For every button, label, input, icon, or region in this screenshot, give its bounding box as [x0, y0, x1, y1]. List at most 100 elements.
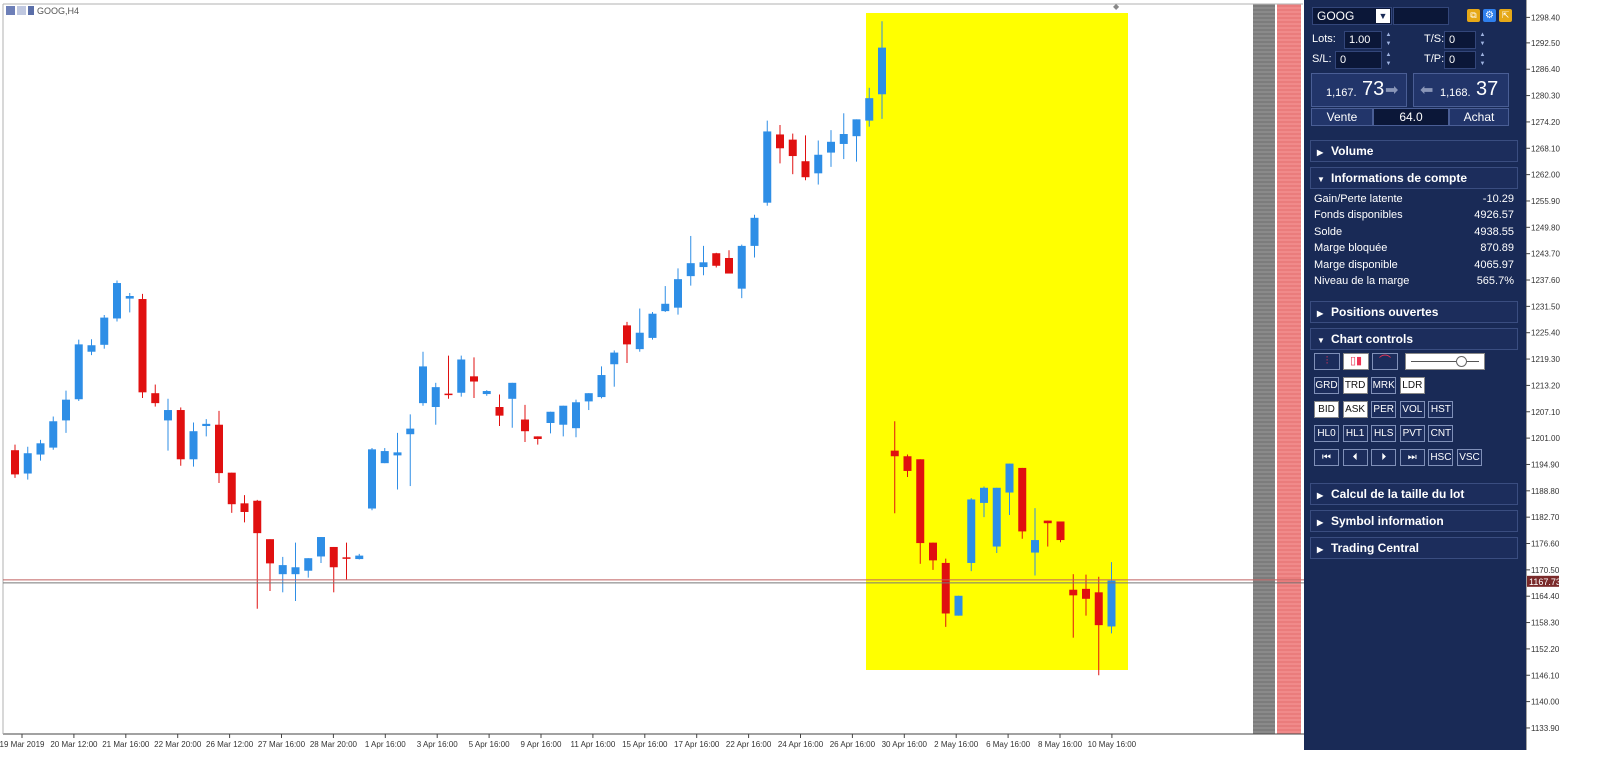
y-axis-tick-label: 1286.40 [1531, 65, 1560, 74]
chart-control-button[interactable]: HL0 [1314, 425, 1339, 442]
caret-right-icon: ▶ [1317, 309, 1324, 318]
candle-body [1082, 588, 1090, 599]
candle-body [49, 421, 58, 448]
symbol-search-input[interactable] [1393, 7, 1449, 25]
x-axis-tick-label: 9 Apr 16:00 [521, 740, 562, 749]
candle-body [597, 375, 606, 398]
chevron-down-icon[interactable]: ▼ [1376, 9, 1390, 23]
account-row-label: Gain/Perte latente [1314, 193, 1403, 205]
settings-icon[interactable]: ⚙ [1483, 9, 1496, 22]
chart-control-button[interactable]: PER [1371, 401, 1397, 418]
candle-body [967, 499, 976, 563]
chart-control-button[interactable]: ASK [1342, 401, 1368, 418]
tp-input[interactable]: 0 [1444, 51, 1476, 69]
section-trading-central[interactable]: ▶ Trading Central [1310, 537, 1518, 559]
chart-control-button[interactable]: HSC [1428, 449, 1454, 466]
x-axis-tick-label: 2 May 16:00 [934, 740, 979, 749]
x-axis-tick-label: 8 May 16:00 [1038, 740, 1083, 749]
sell-button[interactable]: Vente [1311, 108, 1373, 126]
tp-stepper[interactable]: ▲ ▼ [1478, 51, 1487, 69]
candle-body [380, 451, 389, 464]
chart-control-button[interactable]: GRD [1314, 377, 1339, 394]
account-row: Marge bloquée 870.89 [1314, 240, 1514, 256]
chart-control-button[interactable]: PVT [1399, 425, 1425, 442]
symbol-select[interactable]: GOOG ▼ [1312, 7, 1392, 25]
candle-body [355, 555, 364, 560]
candle-body [368, 449, 376, 509]
account-row-label: Solde [1314, 225, 1343, 238]
section-volume-label: Volume [1331, 144, 1374, 158]
chart-control-button[interactable]: TRD [1342, 377, 1368, 394]
y-axis-tick-label: 1152.20 [1531, 645, 1560, 654]
chart-control-button[interactable]: HL1 [1342, 425, 1368, 442]
lots-stepper[interactable]: ▲ ▼ [1384, 31, 1393, 49]
current-price-label: 1167.73 [1529, 577, 1561, 587]
candle-body [1005, 463, 1014, 493]
sell-price-button[interactable]: 1,167. 73 ➡ [1311, 73, 1407, 107]
section-chart-controls[interactable]: ▼ Chart controls [1310, 328, 1518, 350]
x-axis-tick-label: 20 Mar 12:00 [50, 740, 98, 749]
lots-input[interactable]: 1.00 [1344, 31, 1382, 49]
buy-price-button[interactable]: ⬅ 1,168. 37 [1413, 73, 1509, 107]
account-row: Solde 4938.55 [1314, 224, 1514, 240]
chart-control-button[interactable]: BID [1314, 401, 1339, 418]
y-axis-tick-label: 1158.30 [1531, 619, 1560, 628]
ts-input[interactable]: 0 [1444, 31, 1476, 49]
chart-control-button[interactable]: ⏮ [1314, 449, 1339, 466]
caret-right-icon: ▶ [1317, 518, 1324, 527]
expand-icon[interactable]: ⇱ [1499, 9, 1512, 22]
candle-body [138, 299, 147, 393]
ts-stepper[interactable]: ▲ ▼ [1478, 31, 1487, 49]
section-open-positions[interactable]: ▶ Positions ouvertes [1310, 301, 1518, 323]
candle-chart-type-button[interactable]: ▯▮ [1343, 353, 1369, 370]
section-symbol-info[interactable]: ▶ Symbol information [1310, 510, 1518, 532]
chart-control-button[interactable]: VOL [1399, 401, 1425, 418]
sell-price-small: 1,167. [1326, 87, 1357, 99]
arrow-left-icon: ⬅ [1420, 82, 1434, 99]
zoom-slider[interactable] [1405, 353, 1485, 370]
y-axis-tick-label: 1140.00 [1531, 698, 1560, 707]
x-axis-tick-label: 30 Apr 16:00 [882, 740, 928, 749]
chart-control-button[interactable]: ⏭ [1399, 449, 1425, 466]
chart-control-button[interactable]: CNT [1428, 425, 1454, 442]
bar-chart-type-button[interactable]: ⫶ [1314, 353, 1340, 370]
copy-icon[interactable]: ⧉ [1467, 9, 1480, 22]
account-row-label: Fonds disponibles [1314, 209, 1403, 222]
chart-control-button[interactable]: ⏵ [1371, 449, 1397, 466]
y-axis-tick-label: 1207.10 [1531, 408, 1560, 417]
section-lot-size-calc[interactable]: ▶ Calcul de la taille du lot [1310, 483, 1518, 505]
candle-body [266, 539, 274, 564]
candle-body [929, 542, 937, 561]
candle-body [393, 452, 402, 456]
y-axis-tick-label: 1225.40 [1531, 329, 1560, 338]
chart-control-button[interactable]: HST [1428, 401, 1454, 418]
spread-value: 64.0 [1399, 110, 1423, 124]
candle-body [304, 558, 313, 571]
chart-control-button[interactable]: MRK [1371, 377, 1397, 394]
section-account-info[interactable]: ▼ Informations de compte [1310, 167, 1518, 189]
y-axis-tick-label: 1243.70 [1531, 250, 1560, 259]
section-volume[interactable]: ▶ Volume [1310, 140, 1518, 162]
chart-control-button[interactable]: LDR [1399, 377, 1425, 394]
candle-body [763, 131, 772, 203]
account-row-label: Marge disponible [1314, 258, 1398, 271]
sl-input[interactable]: 0 [1335, 51, 1382, 69]
zoom-slider-thumb[interactable] [1456, 356, 1468, 367]
chart-control-button[interactable]: ⏴ [1342, 449, 1368, 466]
chart-control-button[interactable]: VSC [1457, 449, 1482, 466]
candle-body [610, 352, 619, 365]
sl-stepper[interactable]: ▲ ▼ [1384, 51, 1393, 69]
candle-body [546, 411, 555, 423]
candle-body [87, 345, 96, 352]
chart-control-button[interactable]: HLS [1371, 425, 1397, 442]
line-chart-type-button[interactable]: ⌒ [1372, 353, 1398, 370]
candle-body [572, 402, 580, 429]
section-open-positions-label: Positions ouvertes [1331, 305, 1439, 319]
caret-down-icon: ▼ [1317, 336, 1325, 345]
section-chart-controls-label: Chart controls [1331, 332, 1414, 346]
candle-body [916, 459, 925, 544]
buy-button[interactable]: Achat [1449, 108, 1509, 126]
candle-body [11, 450, 19, 475]
candle-body [878, 47, 886, 95]
candle-body [23, 453, 32, 474]
